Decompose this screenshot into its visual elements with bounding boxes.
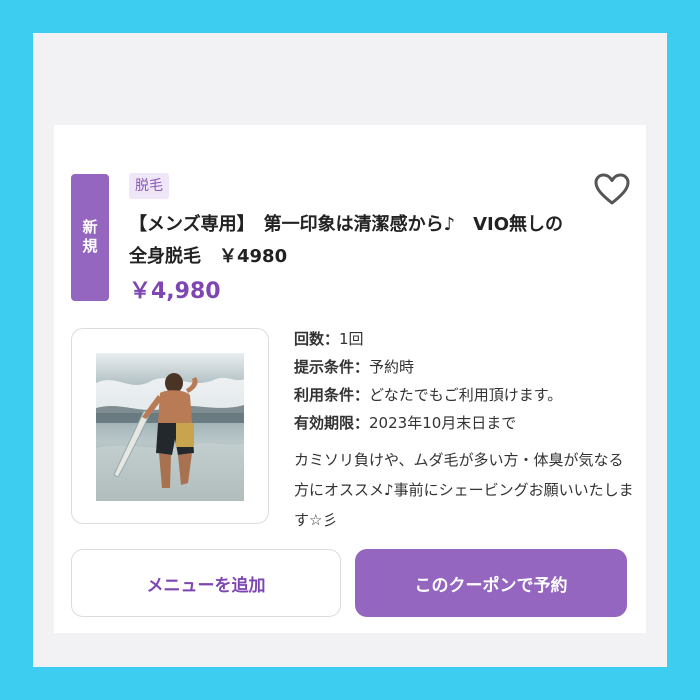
coupon-description: カミソリ負けや、ムダ毛が多い方・体臭が気なる方にオススメ♪事前にシェービングお願… bbox=[294, 451, 634, 529]
coupon-image-frame bbox=[71, 328, 269, 524]
category-tag: 脱毛 bbox=[129, 173, 169, 199]
new-badge: 新規 bbox=[71, 174, 109, 301]
add-menu-button[interactable]: メニューを追加 bbox=[71, 549, 341, 617]
coupon-title: 【メンズ専用】 第一印象は清潔感から♪ VIO無しの全身脱毛 ￥4980 bbox=[129, 214, 564, 267]
coupon-card: 新規 脱毛 【メンズ専用】 第一印象は清潔感から♪ VIO無しの全身脱毛 ￥49… bbox=[54, 125, 646, 633]
detail-row-count: 回数：1回 bbox=[294, 330, 364, 348]
detail-row-expiry: 有効期限：2023年10月末日まで bbox=[294, 414, 517, 432]
coupon-price: ￥4,980 bbox=[129, 279, 221, 304]
frame-inner: 新規 脱毛 【メンズ専用】 第一印象は清潔感から♪ VIO無しの全身脱毛 ￥49… bbox=[33, 33, 667, 667]
coupon-details: 回数：1回 提示条件：予約時 利用条件：どなたでもご利用頂けます。 有効期限：2… bbox=[294, 325, 634, 437]
detail-row-conditions: 利用条件：どなたでもご利用頂けます。 bbox=[294, 386, 563, 404]
heart-outline-icon[interactable] bbox=[593, 172, 631, 206]
detail-row-presentation: 提示条件：予約時 bbox=[294, 358, 415, 376]
surfer-photo bbox=[96, 353, 244, 501]
reserve-coupon-button[interactable]: このクーポンで予約 bbox=[355, 549, 627, 617]
